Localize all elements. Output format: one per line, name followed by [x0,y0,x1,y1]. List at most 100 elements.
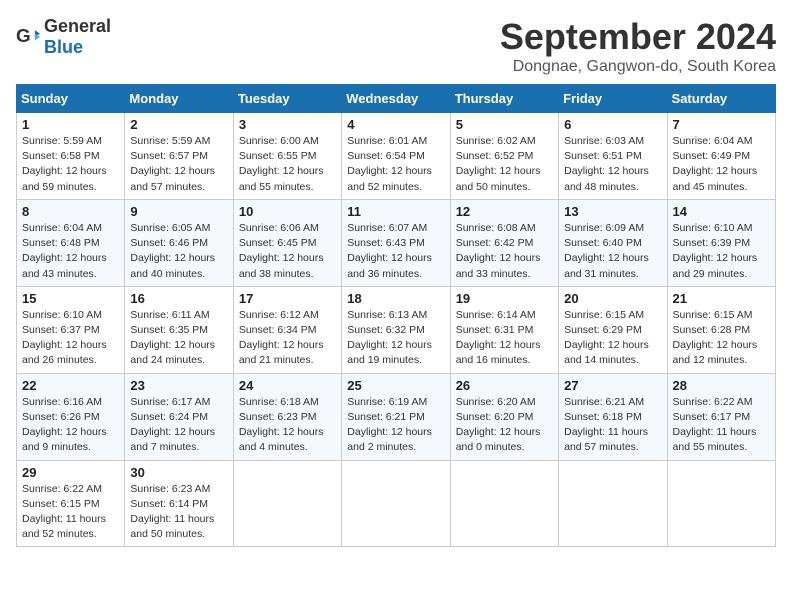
column-header-wednesday: Wednesday [342,85,450,113]
calendar-cell [559,460,667,547]
calendar-cell: 14 Sunrise: 6:10 AMSunset: 6:39 PMDayligh… [667,199,775,286]
calendar-cell: 26Sunrise: 6:20 AMSunset: 6:20 PMDayligh… [450,373,558,460]
day-number: 11 [347,204,444,219]
calendar-cell: 4Sunrise: 6:01 AMSunset: 6:54 PMDaylight… [342,113,450,200]
column-header-thursday: Thursday [450,85,558,113]
day-number: 30 [130,465,227,480]
calendar-week-1: 1Sunrise: 5:59 AMSunset: 6:58 PMDaylight… [17,113,776,200]
day-number: 24 [239,378,336,393]
logo-icon: G [16,25,40,49]
day-info: Sunrise: 6:21 AMSunset: 6:18 PMDaylight:… [564,395,661,456]
day-info: Sunrise: 6:19 AMSunset: 6:21 PMDaylight:… [347,395,444,456]
calendar-header-row: SundayMondayTuesdayWednesdayThursdayFrid… [17,85,776,113]
calendar-cell: 19 Sunrise: 6:14 AMSunset: 6:31 PMDayligh… [450,286,558,373]
day-info: Sunrise: 6:07 AMSunset: 6:43 PMDaylight:… [347,221,444,282]
calendar-week-5: 29Sunrise: 6:22 AMSunset: 6:15 PMDayligh… [17,460,776,547]
day-number: 6 [564,117,661,132]
day-info: Sunrise: 6:02 AMSunset: 6:52 PMDaylight:… [456,134,553,195]
day-info: Sunrise: 6:08 AMSunset: 6:42 PMDaylight:… [456,221,553,282]
calendar-cell: 3 Sunrise: 6:00 AMSunset: 6:55 PMDaylight… [233,113,341,200]
day-number: 8 [22,204,119,219]
day-number: 7 [673,117,770,132]
day-number: 23 [130,378,227,393]
day-info: Sunrise: 6:11 AMSunset: 6:35 PMDaylight:… [130,308,227,369]
calendar-cell [667,460,775,547]
day-number: 28 [673,378,770,393]
calendar-week-3: 15 Sunrise: 6:10 AMSunset: 6:37 PMDayligh… [17,286,776,373]
calendar-cell: 24 Sunrise: 6:18 AMSunset: 6:23 PMDayligh… [233,373,341,460]
day-info: Sunrise: 6:15 AMSunset: 6:28 PMDaylight:… [673,308,770,369]
day-number: 18 [347,291,444,306]
day-number: 25 [347,378,444,393]
day-info: Sunrise: 6:12 AMSunset: 6:34 PMDaylight:… [239,308,336,369]
calendar-header: SundayMondayTuesdayWednesdayThursdayFrid… [17,85,776,113]
day-info: Sunrise: 6:23 AMSunset: 6:14 PMDaylight:… [130,482,227,543]
day-info: Sunrise: 6:00 AMSunset: 6:55 PMDaylight:… [239,134,336,195]
calendar-cell: 25 Sunrise: 6:19 AMSunset: 6:21 PMDayligh… [342,373,450,460]
calendar-cell: 22Sunrise: 6:16 AMSunset: 6:26 PMDayligh… [17,373,125,460]
calendar-cell [450,460,558,547]
calendar-cell: 11 Sunrise: 6:07 AMSunset: 6:43 PMDayligh… [342,199,450,286]
calendar-cell: 5 Sunrise: 6:02 AMSunset: 6:52 PMDaylight… [450,113,558,200]
day-info: Sunrise: 6:22 AMSunset: 6:17 PMDaylight:… [673,395,770,456]
day-number: 3 [239,117,336,132]
calendar-body: 1Sunrise: 5:59 AMSunset: 6:58 PMDaylight… [17,113,776,547]
day-info: Sunrise: 5:59 AMSunset: 6:58 PMDaylight:… [22,134,119,195]
calendar-cell: 23 Sunrise: 6:17 AMSunset: 6:24 PMDayligh… [125,373,233,460]
day-number: 13 [564,204,661,219]
day-number: 16 [130,291,227,306]
day-info: Sunrise: 6:17 AMSunset: 6:24 PMDaylight:… [130,395,227,456]
day-info: Sunrise: 6:06 AMSunset: 6:45 PMDaylight:… [239,221,336,282]
calendar-cell: 30 Sunrise: 6:23 AMSunset: 6:14 PMDayligh… [125,460,233,547]
calendar-cell: 18Sunrise: 6:13 AMSunset: 6:32 PMDayligh… [342,286,450,373]
calendar-cell: 2Sunrise: 5:59 AMSunset: 6:57 PMDaylight… [125,113,233,200]
day-info: Sunrise: 6:20 AMSunset: 6:20 PMDaylight:… [456,395,553,456]
day-number: 10 [239,204,336,219]
day-number: 9 [130,204,227,219]
day-info: Sunrise: 6:10 AMSunset: 6:39 PMDaylight:… [673,221,770,282]
calendar-cell: 20 Sunrise: 6:15 AMSunset: 6:29 PMDayligh… [559,286,667,373]
column-header-sunday: Sunday [17,85,125,113]
calendar-cell: 9Sunrise: 6:05 AMSunset: 6:46 PMDaylight… [125,199,233,286]
day-info: Sunrise: 6:22 AMSunset: 6:15 PMDaylight:… [22,482,119,543]
day-number: 4 [347,117,444,132]
logo-text: General Blue [44,16,111,58]
header: G General Blue September 2024 Dongnae, G… [16,16,776,76]
day-info: Sunrise: 6:15 AMSunset: 6:29 PMDaylight:… [564,308,661,369]
calendar-cell: 10 Sunrise: 6:06 AMSunset: 6:45 PMDayligh… [233,199,341,286]
day-number: 21 [673,291,770,306]
day-info: Sunrise: 6:14 AMSunset: 6:31 PMDaylight:… [456,308,553,369]
day-info: Sunrise: 6:09 AMSunset: 6:40 PMDaylight:… [564,221,661,282]
day-info: Sunrise: 6:04 AMSunset: 6:48 PMDaylight:… [22,221,119,282]
day-number: 5 [456,117,553,132]
calendar-week-4: 22Sunrise: 6:16 AMSunset: 6:26 PMDayligh… [17,373,776,460]
day-info: Sunrise: 5:59 AMSunset: 6:57 PMDaylight:… [130,134,227,195]
column-header-monday: Monday [125,85,233,113]
location-title: Dongnae, Gangwon-do, South Korea [500,58,776,76]
day-info: Sunrise: 6:04 AMSunset: 6:49 PMDaylight:… [673,134,770,195]
day-number: 17 [239,291,336,306]
title-area: September 2024 Dongnae, Gangwon-do, Sout… [500,16,776,76]
column-header-tuesday: Tuesday [233,85,341,113]
calendar-cell: 29Sunrise: 6:22 AMSunset: 6:15 PMDayligh… [17,460,125,547]
day-info: Sunrise: 6:18 AMSunset: 6:23 PMDaylight:… [239,395,336,456]
day-number: 12 [456,204,553,219]
day-number: 15 [22,291,119,306]
calendar-cell: 17 Sunrise: 6:12 AMSunset: 6:34 PMDayligh… [233,286,341,373]
day-number: 14 [673,204,770,219]
logo: G General Blue [16,16,111,58]
calendar-cell: 27Sunrise: 6:21 AMSunset: 6:18 PMDayligh… [559,373,667,460]
calendar-cell: 16 Sunrise: 6:11 AMSunset: 6:35 PMDayligh… [125,286,233,373]
day-number: 19 [456,291,553,306]
calendar-cell: 15 Sunrise: 6:10 AMSunset: 6:37 PMDayligh… [17,286,125,373]
calendar-cell [233,460,341,547]
day-number: 20 [564,291,661,306]
calendar-cell [342,460,450,547]
svg-text:G: G [16,25,31,46]
day-number: 22 [22,378,119,393]
day-info: Sunrise: 6:10 AMSunset: 6:37 PMDaylight:… [22,308,119,369]
calendar-cell: 6Sunrise: 6:03 AMSunset: 6:51 PMDaylight… [559,113,667,200]
calendar-cell: 28 Sunrise: 6:22 AMSunset: 6:17 PMDayligh… [667,373,775,460]
column-header-friday: Friday [559,85,667,113]
calendar-table: SundayMondayTuesdayWednesdayThursdayFrid… [16,84,776,547]
